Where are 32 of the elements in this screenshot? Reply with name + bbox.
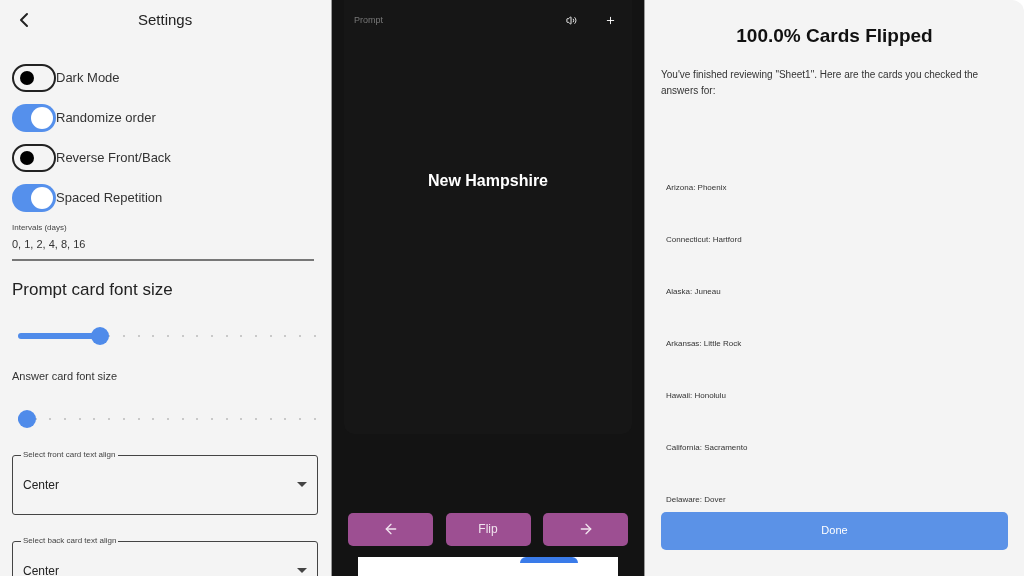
card-label: Prompt: [354, 14, 383, 27]
slider-thumb[interactable]: [18, 409, 36, 428]
flip-button[interactable]: Flip: [445, 512, 531, 546]
answer-font-size-label: Answer card font size: [12, 369, 119, 384]
next-button[interactable]: [543, 512, 628, 546]
card-result: California: Sacramento: [666, 441, 749, 454]
card-text: New Hampshire: [427, 170, 548, 191]
prompt-font-size-label: Prompt card font size: [12, 278, 174, 301]
card-result: Connecticut: Hartford: [666, 233, 743, 246]
toggle-switch[interactable]: [12, 104, 56, 132]
card-result: Delaware: Dover: [666, 493, 727, 506]
toggle-switch[interactable]: [12, 184, 56, 212]
toggle-switch[interactable]: [12, 64, 56, 92]
dropdown-caret-icon: [297, 482, 307, 487]
toggle-switch[interactable]: [12, 144, 56, 172]
speaker-icon[interactable]: [566, 15, 577, 27]
settings-title: Settings: [138, 9, 193, 30]
previous-button[interactable]: [348, 512, 433, 546]
add-icon[interactable]: [605, 15, 616, 27]
toggle-label: Reverse Front/Back: [56, 149, 171, 168]
summary-message: You've finished reviewing "Sheet1". Here are the cards you checked the answers for:: [661, 67, 980, 98]
card-result: Alaska: Juneau: [666, 285, 722, 298]
card-result: Hawaii: Honolulu: [666, 389, 728, 402]
toggle-label: Randomize order: [56, 109, 156, 128]
dropdown-caret-icon: [297, 568, 307, 573]
slider-thumb[interactable]: [90, 327, 109, 345]
toggle-label: Spaced Repetition: [56, 189, 163, 208]
summary-title: 100.0% Cards Flipped: [735, 24, 934, 48]
toggle-label: Dark Mode: [56, 69, 120, 88]
card-result: Arizona: Phoenix: [666, 181, 728, 194]
intervals-field[interactable]: Intervals (days) 0, 1, 2, 4, 8, 16: [12, 222, 314, 261]
card-result: Arkansas: Little Rock: [666, 337, 743, 350]
